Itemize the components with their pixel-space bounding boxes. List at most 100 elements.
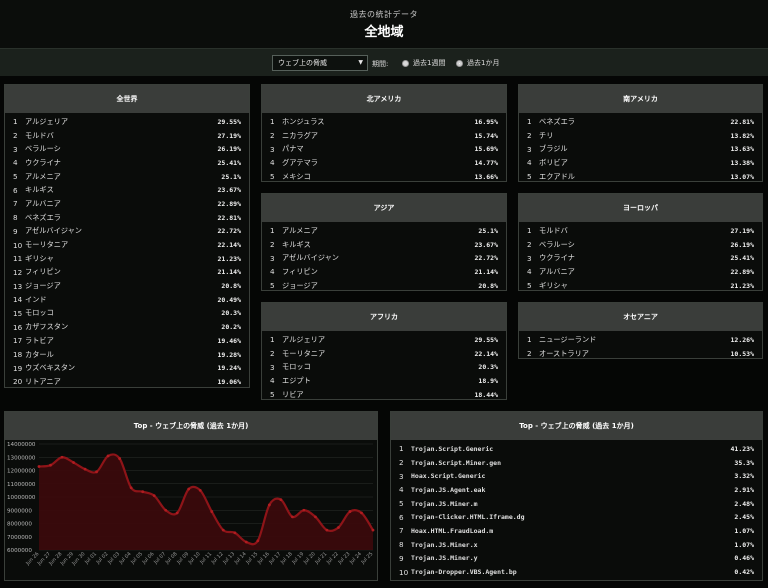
list-item-rank: 1 <box>527 335 532 345</box>
list-item-value: 15.74% <box>474 131 498 140</box>
list-item: 1 Trojan.Script.Generic 41.23% <box>391 442 762 456</box>
list-item-rank: 7 <box>399 526 404 536</box>
list-item-name: リトアニア <box>25 376 61 386</box>
list-item-rank: 2 <box>270 349 275 359</box>
list-item-name: モルドバ <box>539 225 568 235</box>
panel-south-america: 南アメリカ 1 ベネズエラ 22.81% 2 チリ 13.82% 3 ブラジル 13.63% 4 ボ… <box>518 84 763 182</box>
list-item-value: 1.07% <box>734 540 754 549</box>
oceania-list: 1 ニュージーランド 12.26% 2 オーストラリア 10.53% <box>519 331 762 360</box>
x-tick-label: Jul 13 <box>221 551 236 566</box>
list-item-value: 1.07% <box>734 526 754 535</box>
list-item: 1 ベネズエラ 22.81% <box>519 115 762 129</box>
list-item-rank: 18 <box>13 350 23 360</box>
chevron-down-icon: ▼ <box>358 59 363 66</box>
list-item-name: モロッコ <box>25 308 54 318</box>
list-item-name: モルドバ <box>25 130 54 140</box>
list-item-name: アルジェリア <box>25 116 69 126</box>
x-tick-label: Jul 15 <box>244 551 259 566</box>
list-item-name: Trojan-Clicker.HTML.Iframe.dg <box>411 513 525 522</box>
list-item: 3 ベラルーシ 26.19% <box>5 142 249 156</box>
list-item-rank: 5 <box>270 281 275 291</box>
threats-list: 1 Trojan.Script.Generic 41.23% 2 Trojan.Scri… <box>391 440 762 579</box>
list-item-name: カタール <box>25 349 54 359</box>
x-tick-label: Jul 07 <box>152 551 167 566</box>
list-item-name: モロッコ <box>282 362 311 372</box>
list-item: 1 アルジェリア 29.55% <box>5 115 249 129</box>
period-label: 期間: <box>372 60 389 68</box>
list-item-name: カザフスタン <box>25 322 69 332</box>
x-tick-label: Jul 03 <box>106 551 121 566</box>
list-item-value: 13.07% <box>730 172 754 181</box>
list-item-rank: 1 <box>270 335 275 345</box>
list-item-value: 20.2% <box>221 323 241 332</box>
list-item-value: 19.06% <box>217 377 241 386</box>
list-item-name: Trojan.JS.Agent.eak <box>411 485 486 494</box>
chart-title: Top - ウェブ上の脅威 (過去 1か月) <box>5 412 377 440</box>
list-item-rank: 7 <box>13 199 18 209</box>
list-item: 1 モルドバ 27.19% <box>519 224 762 238</box>
panel-oceania: オセアニア 1 ニュージーランド 12.26% 2 オーストラリア 10.53% <box>518 302 763 359</box>
data-point <box>348 510 352 513</box>
list-item-rank: 3 <box>399 471 404 481</box>
y-tick-label: 14000000 <box>7 442 36 448</box>
list-item-name: フィリピン <box>25 267 61 277</box>
list-item-value: 26.19% <box>730 240 754 249</box>
list-item-rank: 5 <box>270 172 275 182</box>
page-header: 過去の統計データ 全地域 <box>0 0 768 48</box>
list-item-value: 10.53% <box>730 349 754 358</box>
panel-asia: アジア 1 アルメニア 25.1% 2 キルギス 23.67% 3 アゼルバイジャン 22.72… <box>261 193 507 291</box>
list-item: 5 ジョージア 20.8% <box>262 279 506 293</box>
list-item-value: 12.26% <box>730 335 754 344</box>
list-item: 5 Trojan.JS.Miner.m 2.48% <box>391 497 762 511</box>
data-point <box>49 463 52 467</box>
list-item-rank: 1 <box>399 444 404 454</box>
list-item: 18 カタール 19.28% <box>5 348 249 362</box>
list-item-rank: 10 <box>13 240 23 250</box>
list-item-name: ニカラグア <box>282 130 318 140</box>
list-item: 9 Trojan.JS.Miner.y 0.46% <box>391 552 762 566</box>
list-item-rank: 9 <box>399 553 404 563</box>
list-item: 8 Trojan.JS.Miner.x 1.07% <box>391 538 762 552</box>
data-point <box>302 508 306 512</box>
list-item-name: ジョージア <box>282 280 318 290</box>
x-tick-label: Jul 09 <box>175 551 190 566</box>
data-point <box>141 490 145 494</box>
x-tick-label: Jul 08 <box>164 551 179 566</box>
y-tick-label: 13000000 <box>7 455 36 461</box>
list-item-name: アルメニア <box>282 225 318 235</box>
list-item-rank: 4 <box>270 158 275 168</box>
list-item-name: パナマ <box>282 144 304 154</box>
list-item-value: 13.38% <box>730 158 754 167</box>
list-item-rank: 1 <box>13 117 18 127</box>
list-item-rank: 6 <box>13 185 18 195</box>
list-item-value: 16.95% <box>474 117 498 126</box>
list-item-rank: 1 <box>527 226 532 236</box>
list-item-name: Hoax.Script.Generic <box>411 472 486 481</box>
list-item-value: 25.41% <box>730 254 754 263</box>
list-item-name: エジプト <box>282 375 311 385</box>
list-item-rank: 20 <box>13 377 23 387</box>
list-item: 3 ブラジル 13.63% <box>519 142 762 156</box>
world-list: 1 アルジェリア 29.55% 2 モルドバ 27.19% 3 ベラルーシ 26.19% 4 ウクラ… <box>5 113 249 389</box>
list-item-rank: 5 <box>527 172 532 182</box>
threat-type-select[interactable]: ウェブ上の脅威 ▼ <box>272 55 368 71</box>
list-item-name: フィリピン <box>282 266 318 276</box>
x-tick-label: Jul 06 <box>141 551 156 566</box>
x-tick-label: Jul 12 <box>210 551 225 566</box>
list-item: 2 ベラルーシ 26.19% <box>519 238 762 252</box>
x-tick-label: Jul 25 <box>360 551 375 566</box>
list-item: 4 エジプト 18.9% <box>262 374 506 388</box>
period-radio-week[interactable]: 過去1週間 <box>402 58 445 68</box>
x-tick-label: Jul 22 <box>325 551 340 566</box>
list-item-value: 14.77% <box>474 158 498 167</box>
panel-africa: アフリカ 1 アルジェリア 29.55% 2 モーリタニア 22.14% 3 モロッコ 20.3… <box>261 302 507 400</box>
panel-chart: Top - ウェブ上の脅威 (過去 1か月) 14000000 13000000 1… <box>4 411 378 581</box>
period-radio-month[interactable]: 過去1か月 <box>456 58 499 68</box>
list-item-value: 29.55% <box>474 335 498 344</box>
data-point <box>290 515 294 519</box>
list-item-value: 18.9% <box>478 376 498 385</box>
list-item-value: 20.8% <box>221 282 241 291</box>
list-item-value: 20.8% <box>478 281 498 290</box>
y-tick-label: 8000000 <box>7 522 32 528</box>
list-item-rank: 1 <box>270 226 275 236</box>
